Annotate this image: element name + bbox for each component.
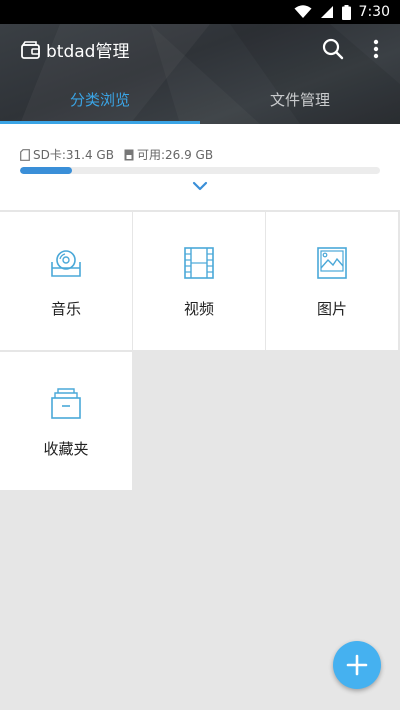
category-label: 音乐 (50, 300, 81, 318)
storage-available: 可用:26.9 GB (136, 148, 214, 162)
category-video[interactable]: 视频 (133, 212, 265, 350)
storage-info: SD卡:31.4 GB 可用:26.9 GB (20, 146, 213, 163)
signal-icon (320, 6, 333, 18)
category-favorites[interactable]: 收藏夹 (0, 352, 132, 490)
category-music[interactable]: 音乐 (0, 212, 132, 350)
add-button[interactable] (333, 641, 381, 689)
category-label: 图片 (316, 300, 347, 318)
chevron-down-icon (192, 181, 208, 191)
picture-icon (317, 247, 347, 279)
music-disc-icon (51, 250, 81, 277)
app-title: btdad管理 (46, 42, 130, 62)
storage-progress-fill (20, 167, 73, 174)
category-pictures[interactable]: 图片 (266, 212, 398, 350)
sd-card-icon (20, 148, 30, 161)
search-icon (322, 38, 344, 60)
tab-file-management[interactable]: 文件管理 (200, 74, 400, 124)
tab-category-browse[interactable]: 分类浏览 (0, 74, 200, 124)
storage-progress-bar (20, 167, 380, 174)
more-options-button[interactable] (364, 36, 388, 62)
more-vert-icon (373, 39, 379, 59)
app-header: btdad管理 分类浏览 文件管理 (0, 24, 400, 124)
status-bar: 7:30 (0, 0, 400, 24)
film-icon (184, 247, 214, 279)
sd-card-size: SD卡:31.4 GB (33, 148, 114, 162)
battery-icon (341, 4, 351, 20)
storage-available-icon (124, 149, 134, 160)
status-icons: 7:30 (294, 3, 390, 21)
search-button[interactable] (320, 36, 346, 62)
storage-card: SD卡:31.4 GB 可用:26.9 GB (0, 124, 400, 210)
category-label: 视频 (183, 300, 214, 318)
wifi-icon (294, 5, 312, 18)
app-logo-icon (21, 41, 40, 59)
tab-bar: 分类浏览 文件管理 (0, 74, 400, 124)
status-time: 7:30 (358, 4, 390, 20)
plus-icon (346, 654, 368, 676)
expand-storage-button[interactable] (190, 178, 210, 192)
category-label: 收藏夹 (43, 440, 89, 458)
tab-label: 分类浏览 (69, 90, 130, 109)
toolbar: btdad管理 (0, 24, 400, 74)
tab-label: 文件管理 (269, 90, 330, 109)
favorites-box-icon (51, 388, 81, 419)
